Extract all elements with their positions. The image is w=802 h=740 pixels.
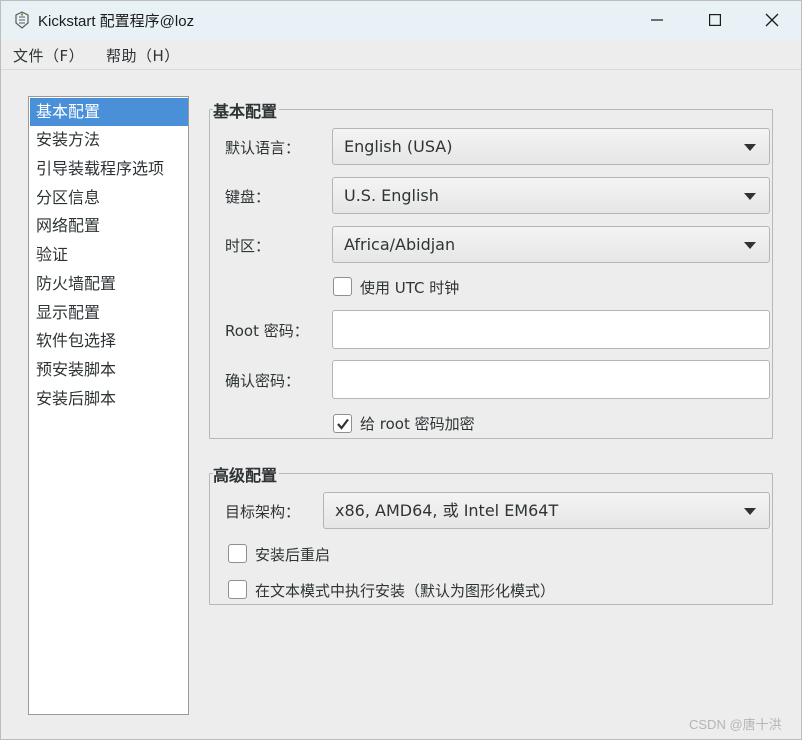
maximize-icon — [709, 14, 721, 26]
menu-help[interactable]: 帮助（H） — [106, 45, 180, 66]
encrypt-root-password-label: 给 root 密码加密 — [360, 415, 475, 433]
chevron-down-icon — [744, 508, 756, 515]
chevron-down-icon — [744, 242, 756, 249]
sidebar: 基本配置 安装方法 引导装载程序选项 分区信息 网络配置 验证 防火墙配置 显示… — [28, 96, 189, 715]
close-button[interactable] — [743, 1, 801, 39]
sidebar-item-basic-config[interactable]: 基本配置 — [30, 98, 188, 126]
menu-bar: 文件（F） 帮助（H） — [1, 39, 801, 70]
text-mode-install-label: 在文本模式中执行安装（默认为图形化模式） — [255, 582, 556, 600]
sidebar-item-authentication[interactable]: 验证 — [30, 241, 188, 269]
sidebar-item-package-selection[interactable]: 软件包选择 — [30, 327, 188, 355]
chevron-down-icon — [744, 144, 756, 151]
target-arch-label: 目标架构： — [225, 503, 301, 521]
kickstart-app-icon — [13, 11, 31, 29]
sidebar-item-firewall-config[interactable]: 防火墙配置 — [30, 270, 188, 298]
kickstart-window: Kickstart 配置程序@loz 文件（F） 帮助（H） 基本配置 安装方法… — [0, 0, 802, 740]
encrypt-root-password-checkbox[interactable] — [333, 414, 352, 433]
timezone-label: 时区： — [225, 237, 271, 255]
window-title: Kickstart 配置程序@loz — [38, 13, 195, 30]
utc-clock-label: 使用 UTC 时钟 — [360, 279, 460, 297]
default-language-value: English (USA) — [344, 137, 453, 156]
sidebar-item-install-method[interactable]: 安装方法 — [30, 126, 188, 154]
sidebar-item-partition-info[interactable]: 分区信息 — [30, 184, 188, 212]
timezone-dropdown[interactable]: Africa/Abidjan — [332, 226, 770, 263]
advanced-config-title: 高级配置 — [213, 462, 280, 486]
sidebar-item-bootloader-options[interactable]: 引导装载程序选项 — [30, 155, 188, 183]
root-password-label: Root 密码： — [225, 322, 309, 340]
checkmark-icon — [337, 418, 349, 430]
default-language-label: 默认语言： — [225, 139, 301, 157]
keyboard-label: 键盘： — [225, 188, 271, 206]
reboot-after-install-label: 安装后重启 — [255, 546, 331, 564]
keyboard-dropdown[interactable]: U.S. English — [332, 177, 770, 214]
utc-clock-checkbox[interactable] — [333, 277, 352, 296]
title-bar[interactable]: Kickstart 配置程序@loz — [1, 1, 801, 39]
target-arch-dropdown[interactable]: x86, AMD64, 或 Intel EM64T — [323, 492, 770, 529]
target-arch-value: x86, AMD64, 或 Intel EM64T — [335, 501, 559, 520]
text-mode-install-checkbox[interactable] — [228, 580, 247, 599]
confirm-password-label: 确认密码： — [225, 372, 301, 390]
sidebar-item-display-config[interactable]: 显示配置 — [30, 299, 188, 327]
sidebar-item-network-config[interactable]: 网络配置 — [30, 212, 188, 240]
close-icon — [765, 13, 779, 27]
chevron-down-icon — [744, 193, 756, 200]
menu-file[interactable]: 文件（F） — [13, 45, 84, 66]
timezone-value: Africa/Abidjan — [344, 235, 456, 254]
basic-config-title: 基本配置 — [213, 98, 280, 122]
confirm-password-input[interactable] — [332, 360, 770, 399]
root-password-input[interactable] — [332, 310, 770, 349]
csdn-watermark: CSDN @唐十洪 — [689, 717, 782, 732]
sidebar-item-pre-install-script[interactable]: 预安装脚本 — [30, 356, 188, 384]
keyboard-value: U.S. English — [344, 186, 439, 205]
maximize-button[interactable] — [686, 1, 744, 39]
reboot-after-install-checkbox[interactable] — [228, 544, 247, 563]
default-language-dropdown[interactable]: English (USA) — [332, 128, 770, 165]
minimize-icon — [651, 19, 663, 21]
sidebar-item-post-install-script[interactable]: 安装后脚本 — [30, 385, 188, 413]
minimize-button[interactable] — [628, 1, 686, 39]
